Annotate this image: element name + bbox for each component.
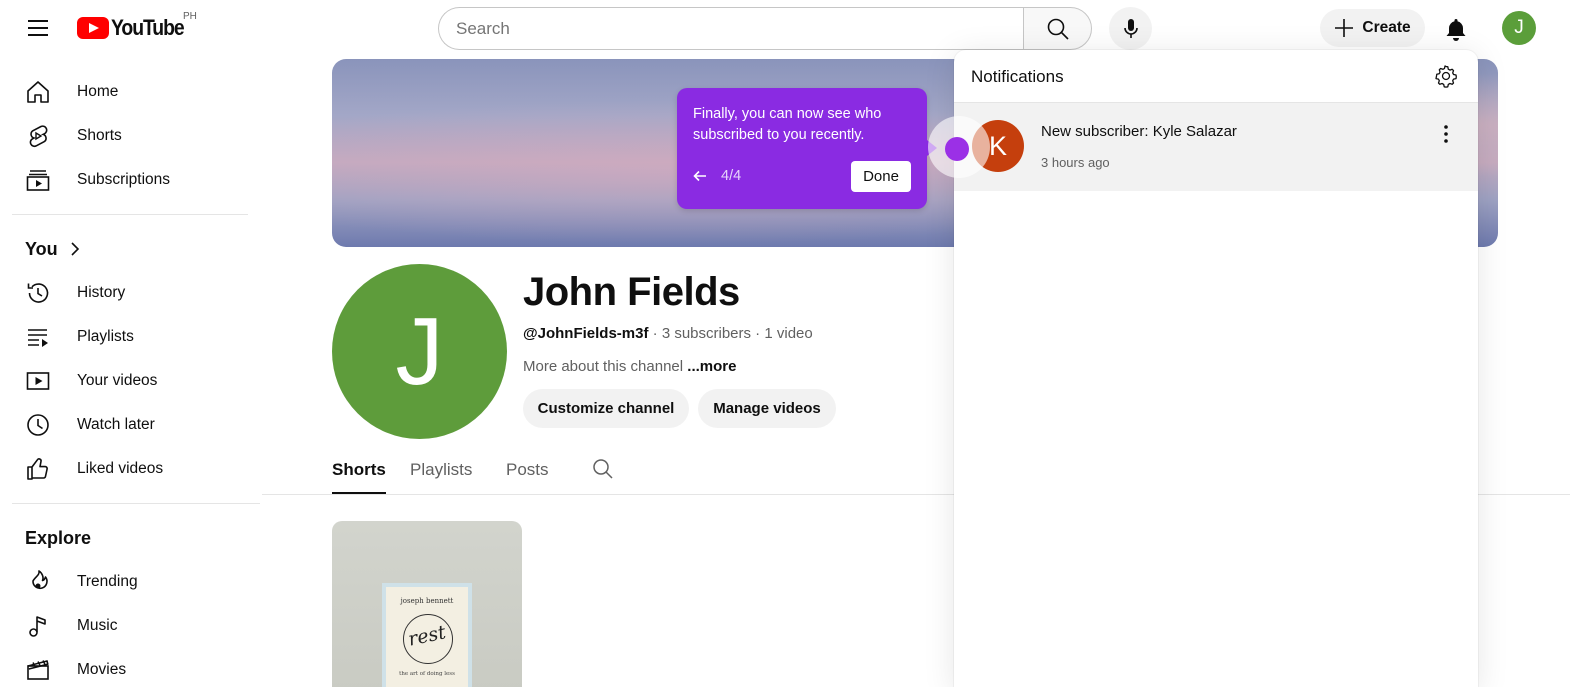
- your-videos-icon: [25, 368, 51, 394]
- notification-text: New subscriber: Kyle Salazar: [1041, 123, 1237, 140]
- youtube-play-icon: [77, 17, 109, 39]
- top-bar: YouTube PH Create J: [0, 0, 1570, 56]
- sidebar-item-playlists[interactable]: Playlists: [12, 315, 260, 359]
- sidebar-item-label: Music: [77, 617, 118, 634]
- home-icon: [25, 79, 51, 105]
- customize-channel-button[interactable]: Customize channel: [523, 389, 689, 428]
- microphone-icon: [1123, 18, 1138, 38]
- tooltip-step-counter: 4/4: [721, 168, 742, 184]
- sidebar-item-trending[interactable]: Trending: [12, 560, 260, 604]
- sidebar-divider: [12, 503, 260, 504]
- sidebar-item-movies[interactable]: Movies: [12, 648, 260, 687]
- sidebar-item-label: Subscriptions: [77, 171, 171, 188]
- playlists-icon: [25, 324, 51, 350]
- book-author: joseph bennett: [400, 597, 454, 605]
- sidebar-item-label: Liked videos: [77, 460, 164, 477]
- channel-avatar[interactable]: J: [332, 264, 507, 439]
- search-icon: [593, 459, 613, 479]
- chevron-right-icon: [71, 242, 79, 256]
- sidebar-item-music[interactable]: Music: [12, 604, 260, 648]
- tooltip-message: Finally, you can now see who subscribed …: [693, 106, 882, 143]
- history-icon: [25, 280, 51, 306]
- tooltip-back-button[interactable]: [692, 168, 708, 189]
- plus-icon: [1335, 19, 1354, 37]
- menu-button[interactable]: [22, 12, 54, 44]
- book-cover-image: joseph bennett rest the art of doing les…: [382, 583, 472, 687]
- account-avatar[interactable]: J: [1502, 11, 1536, 45]
- country-code: PH: [183, 11, 197, 22]
- sidebar-item-label: Shorts: [77, 127, 122, 144]
- subscriptions-icon: [25, 167, 51, 193]
- watch-later-icon: [25, 412, 51, 438]
- sidebar-item-label: Home: [77, 83, 119, 100]
- notification-more-button[interactable]: [1434, 122, 1458, 146]
- notifications-button[interactable]: [1437, 10, 1475, 48]
- logo-text: YouTube: [111, 15, 185, 40]
- sidebar-item-watch-later[interactable]: Watch later: [12, 403, 260, 447]
- you-heading-label: You: [25, 238, 58, 259]
- explore-heading-label: Explore: [25, 527, 92, 548]
- notifications-panel: Notifications K New subscriber: Kyle Sal…: [954, 50, 1478, 687]
- sidebar-item-label: History: [77, 284, 126, 301]
- sidebar-divider: [12, 214, 248, 215]
- sidebar-item-label: Trending: [77, 573, 138, 590]
- notification-time: 3 hours ago: [1041, 155, 1110, 170]
- sidebar-item-subscriptions[interactable]: Subscriptions: [12, 158, 260, 202]
- channel-about-link[interactable]: More about this channel ...more: [523, 358, 736, 375]
- channel-name: John Fields: [523, 270, 740, 314]
- bell-icon: [1446, 19, 1466, 41]
- search-bar: [438, 7, 1092, 50]
- short-thumbnail[interactable]: joseph bennett rest the art of doing les…: [332, 521, 522, 687]
- channel-about-more: ...more: [687, 358, 737, 375]
- create-label: Create: [1362, 19, 1411, 36]
- sidebar-item-label: Movies: [77, 661, 127, 678]
- arrow-left-icon: [693, 170, 706, 182]
- shorts-icon: [25, 123, 51, 149]
- search-input[interactable]: [438, 7, 1023, 50]
- tooltip-done-button[interactable]: Done: [851, 161, 911, 192]
- voice-search-button[interactable]: [1109, 7, 1152, 50]
- search-icon: [1047, 18, 1069, 40]
- create-button[interactable]: Create: [1320, 9, 1425, 47]
- tab-shorts[interactable]: Shorts: [332, 460, 386, 494]
- sidebar-item-history[interactable]: History: [12, 271, 260, 315]
- search-button[interactable]: [1023, 7, 1092, 50]
- channel-handle: @JohnFields-m3f: [523, 325, 649, 342]
- sidebar-item-label: Your videos: [77, 372, 158, 389]
- sidebar: Home Shorts Subscriptions You History Pl…: [12, 70, 260, 687]
- hamburger-icon: [28, 20, 48, 36]
- notification-settings-button[interactable]: [1434, 64, 1458, 93]
- music-icon: [25, 613, 51, 639]
- notification-item[interactable]: K New subscriber: Kyle Salazar 3 hours a…: [954, 103, 1478, 191]
- sidebar-item-label: Watch later: [77, 416, 155, 433]
- sidebar-item-your-videos[interactable]: Your videos: [12, 359, 260, 403]
- youtube-logo[interactable]: YouTube PH: [77, 11, 197, 41]
- movies-icon: [25, 657, 51, 683]
- sidebar-item-liked-videos[interactable]: Liked videos: [12, 447, 260, 491]
- sidebar-explore-heading: Explore: [12, 516, 260, 560]
- more-vertical-icon: [1444, 125, 1448, 143]
- sidebar-item-home[interactable]: Home: [12, 70, 260, 114]
- manage-videos-button[interactable]: Manage videos: [698, 389, 836, 428]
- channel-meta: @JohnFields-m3f · 3 subscribers · 1 vide…: [523, 325, 813, 342]
- channel-about-text: More about this channel: [523, 358, 688, 375]
- spotlight-dot: [945, 137, 969, 161]
- book-subtitle: the art of doing less: [399, 671, 455, 677]
- sidebar-item-shorts[interactable]: Shorts: [12, 114, 260, 158]
- onboarding-tooltip: Finally, you can now see who subscribed …: [677, 88, 927, 209]
- sidebar-item-label: Playlists: [77, 328, 134, 345]
- channel-search-button[interactable]: [592, 458, 614, 485]
- trending-icon: [25, 569, 51, 595]
- gear-icon: [1435, 65, 1457, 88]
- thumbs-up-icon: [25, 456, 51, 482]
- notifications-title: Notifications: [971, 67, 1064, 86]
- channel-stats: · 3 subscribers · 1 video: [648, 325, 813, 342]
- tab-playlists[interactable]: Playlists: [410, 460, 472, 492]
- tab-posts[interactable]: Posts: [506, 460, 549, 492]
- sidebar-you-heading[interactable]: You: [12, 227, 260, 271]
